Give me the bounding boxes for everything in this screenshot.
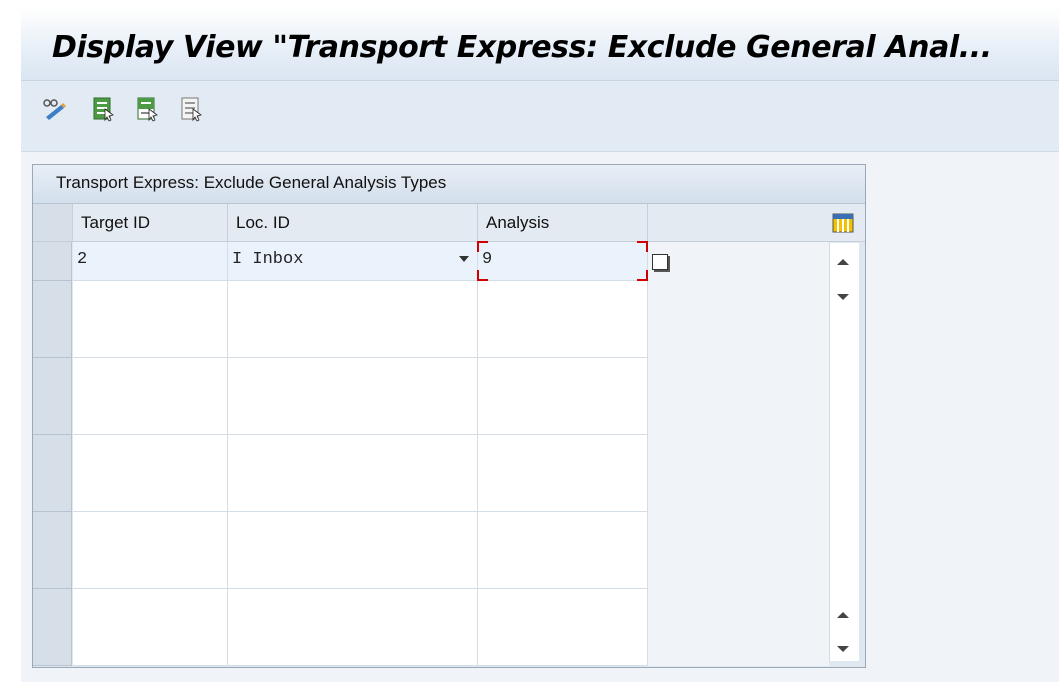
empty-area: [648, 435, 829, 474]
deselect-all-button[interactable]: [179, 95, 205, 123]
empty-area: [648, 589, 829, 628]
cell-analysis[interactable]: [478, 627, 648, 666]
focus-corner-marker: [637, 241, 648, 252]
column-header-label: Loc. ID: [236, 213, 290, 232]
cell-analysis[interactable]: [478, 358, 648, 397]
cell-loc-id[interactable]: I Inbox: [228, 242, 478, 281]
window-bottom-border: [0, 682, 1059, 695]
column-header-label: Analysis: [486, 213, 550, 232]
cell-target-id[interactable]: [73, 435, 228, 474]
cell-analysis-value: 9: [482, 250, 493, 269]
cell-analysis[interactable]: [478, 589, 648, 628]
cell-loc-id[interactable]: [228, 435, 478, 474]
cell-analysis[interactable]: [478, 550, 648, 589]
dropdown-arrow-icon[interactable]: [459, 256, 469, 262]
column-header-label: Target ID: [81, 213, 150, 232]
cell-target-id[interactable]: [73, 627, 228, 666]
cell-loc-id[interactable]: [228, 319, 478, 358]
cell-loc-id[interactable]: [228, 281, 478, 320]
cell-target-id[interactable]: [73, 396, 228, 435]
empty-area: [648, 242, 829, 281]
empty-area: [648, 396, 829, 435]
cell-target-id-value: 2: [77, 250, 88, 269]
cell-loc-id[interactable]: [228, 358, 478, 397]
cell-target-id[interactable]: [73, 512, 228, 551]
display-change-icon: [43, 99, 66, 120]
cell-analysis[interactable]: [478, 319, 648, 358]
table-caption: Transport Express: Exclude General Analy…: [56, 173, 447, 192]
cell-analysis[interactable]: [478, 473, 648, 512]
cell-loc-id-value: I Inbox: [232, 250, 304, 269]
table-caption-bar: Transport Express: Exclude General Analy…: [33, 165, 865, 204]
cell-target-id[interactable]: [73, 550, 228, 589]
display-change-button[interactable]: [41, 95, 67, 123]
focus-corner-marker: [637, 270, 648, 281]
column-header-loc-id[interactable]: Loc. ID: [228, 204, 478, 242]
row-selector[interactable]: [33, 358, 72, 397]
empty-area: [648, 627, 829, 666]
page-title: Display View "Transport Express: Exclude…: [52, 30, 992, 65]
row-selector[interactable]: [33, 550, 72, 589]
cell-loc-id[interactable]: [228, 473, 478, 512]
table-control: Transport Express: Exclude General Analy…: [32, 164, 866, 668]
value-help-icon[interactable]: [652, 254, 668, 270]
select-all-rows-header[interactable]: [33, 204, 73, 242]
cell-loc-id[interactable]: [228, 512, 478, 551]
row-selector[interactable]: [33, 512, 72, 551]
row-selector[interactable]: [33, 319, 72, 358]
cell-loc-id[interactable]: [228, 627, 478, 666]
scroll-down-arrow-icon[interactable]: [837, 294, 849, 300]
cell-analysis[interactable]: 9: [477, 241, 648, 281]
select-block-button[interactable]: [135, 95, 161, 123]
cell-analysis[interactable]: [478, 396, 648, 435]
column-header-analysis[interactable]: Analysis: [478, 204, 648, 242]
empty-area: [648, 473, 829, 512]
row-selector[interactable]: [33, 281, 72, 320]
cell-target-id[interactable]: [73, 473, 228, 512]
cell-target-id[interactable]: [73, 281, 228, 320]
select-block-icon: [137, 97, 158, 122]
page-up-arrow-icon[interactable]: [837, 612, 849, 618]
cell-target-id[interactable]: 2: [73, 242, 228, 281]
cell-target-id[interactable]: [73, 589, 228, 628]
application-toolbar: [21, 81, 1059, 152]
column-configuration-button[interactable]: [832, 213, 854, 233]
row-selector[interactable]: [33, 627, 72, 666]
cell-analysis[interactable]: [478, 512, 648, 551]
title-bar: Display View "Transport Express: Exclude…: [21, 8, 1059, 81]
table-settings-icon: [832, 213, 854, 233]
column-header-target-id[interactable]: Target ID: [73, 204, 228, 242]
deselect-all-icon: [181, 97, 202, 122]
cell-loc-id[interactable]: [228, 396, 478, 435]
cell-loc-id[interactable]: [228, 589, 478, 628]
window-top-border: [0, 0, 1059, 8]
empty-area: [648, 512, 829, 551]
empty-area: [648, 281, 829, 320]
page-down-arrow-icon[interactable]: [837, 646, 849, 652]
vertical-scrollbar[interactable]: [829, 243, 859, 661]
empty-area: [648, 358, 829, 397]
empty-area: [648, 550, 829, 589]
row-selector[interactable]: [33, 589, 72, 628]
select-all-icon: [93, 97, 114, 122]
cell-analysis[interactable]: [478, 435, 648, 474]
scroll-up-arrow-icon[interactable]: [837, 259, 849, 265]
empty-area: [648, 319, 829, 358]
window-left-border: [0, 0, 21, 695]
row-selector[interactable]: [33, 473, 72, 512]
row-selector[interactable]: [33, 435, 72, 474]
select-all-button[interactable]: [91, 95, 117, 123]
cell-target-id[interactable]: [73, 358, 228, 397]
focus-corner-marker: [477, 241, 488, 252]
cell-loc-id[interactable]: [228, 550, 478, 589]
cell-analysis[interactable]: [478, 281, 648, 320]
row-selector[interactable]: [33, 396, 72, 435]
focus-corner-marker: [477, 270, 488, 281]
row-selector[interactable]: [33, 242, 72, 281]
cell-target-id[interactable]: [73, 319, 228, 358]
